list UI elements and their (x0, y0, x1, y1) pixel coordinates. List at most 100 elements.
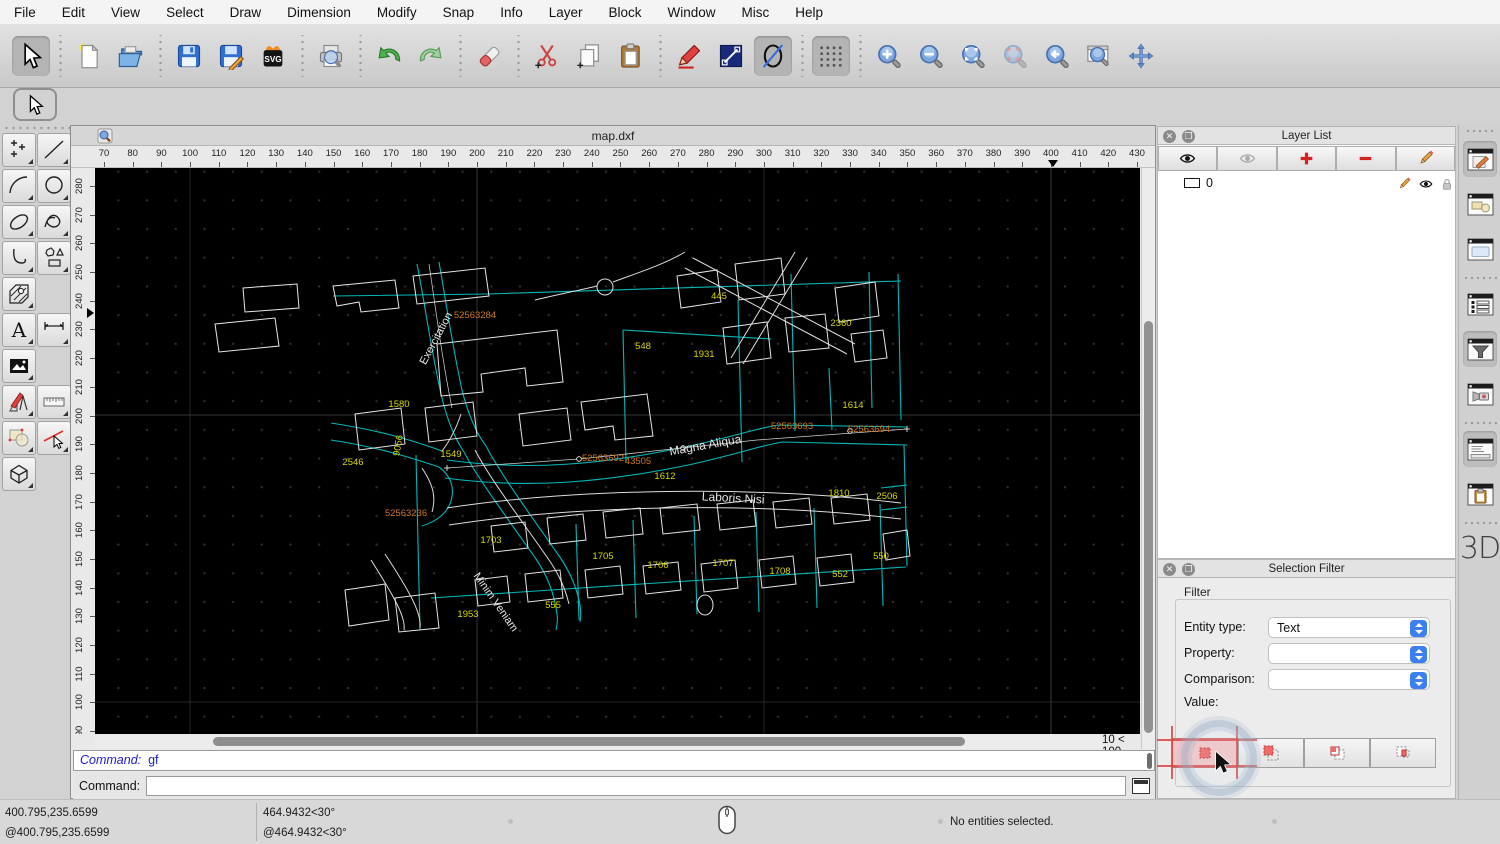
pan-button[interactable] (1122, 36, 1160, 76)
menu-misc[interactable]: Misc (742, 5, 770, 20)
block-list-toggle-button[interactable] (1463, 186, 1497, 222)
menu-window[interactable]: Window (668, 5, 716, 20)
hruler-label: 370 (952, 148, 978, 159)
menu-draw[interactable]: Draw (230, 5, 262, 20)
select-stepper-icon[interactable] (1410, 672, 1427, 689)
undo-button[interactable] (370, 36, 408, 76)
menu-block[interactable]: Block (609, 5, 642, 20)
layer-lock-icon[interactable] (1440, 177, 1454, 191)
menu-modify[interactable]: Modify (377, 5, 417, 20)
zoom-in-button[interactable] (870, 36, 908, 76)
select-stepper-icon[interactable] (1410, 646, 1427, 663)
print-preview-button[interactable] (312, 36, 350, 76)
selection-pointer-secondary-button[interactable] (13, 88, 57, 121)
menu-snap[interactable]: Snap (443, 5, 475, 20)
command-input[interactable] (146, 776, 1126, 796)
ellipse-tools-button[interactable] (2, 205, 36, 239)
property-editor-toggle-button[interactable] (1463, 141, 1497, 177)
history-scroll-thumb[interactable] (1147, 753, 1152, 769)
layer-visibility-icon[interactable] (1419, 177, 1433, 191)
spline-tools-button[interactable] (37, 205, 71, 239)
point-tools-button[interactable] (2, 133, 36, 167)
intersect-with-selection-button[interactable] (1370, 738, 1436, 768)
add-layer-button[interactable] (1277, 146, 1336, 171)
image-tools-button[interactable] (2, 349, 36, 383)
menu-edit[interactable]: Edit (62, 5, 85, 20)
redo-button[interactable] (412, 36, 450, 76)
hruler-label: 340 (866, 148, 892, 159)
remove-from-selection-button[interactable] (1304, 738, 1370, 768)
command-line-toggle-button[interactable] (1463, 431, 1497, 467)
arc-tools-icon (7, 174, 31, 198)
grid-toggle-button[interactable] (812, 36, 850, 76)
command-options-button[interactable] (1132, 778, 1150, 794)
layer-list-toggle-button[interactable] (1463, 286, 1497, 322)
zoom-to-selection-button[interactable] (996, 36, 1034, 76)
menu-info[interactable]: Info (500, 5, 523, 20)
clipboard-panel-toggle-button[interactable] (1463, 476, 1497, 512)
menu-layer[interactable]: Layer (549, 5, 583, 20)
filter-field-select[interactable]: Text (1268, 617, 1430, 638)
zoom-window-button[interactable] (1080, 36, 1118, 76)
solid-3d-tools-button[interactable] (2, 457, 36, 491)
copy-button[interactable] (570, 36, 608, 76)
new-document-button[interactable] (70, 36, 108, 76)
construction-mode-button[interactable] (754, 36, 792, 76)
trim-tools-button[interactable] (37, 421, 71, 455)
open-document-button[interactable] (112, 36, 150, 76)
edit-layer-icon[interactable] (1397, 177, 1411, 191)
filter-field-select[interactable] (1268, 669, 1430, 690)
save-as-button[interactable] (212, 36, 250, 76)
draw-mode-button[interactable] (670, 36, 708, 76)
delete-entities-button[interactable] (470, 36, 508, 76)
menu-help[interactable]: Help (795, 5, 823, 20)
zoom-window-icon (1085, 42, 1113, 70)
text-tools-button[interactable] (2, 313, 36, 347)
modify-tools-button[interactable] (2, 421, 36, 455)
vruler-label: 140 (74, 578, 86, 598)
horizontal-scroll-thumb[interactable] (213, 737, 965, 746)
previous-view-button[interactable] (1038, 36, 1076, 76)
canvas-horizontal-scrollbar[interactable] (95, 735, 1102, 749)
menu-select[interactable]: Select (166, 5, 204, 20)
dimension-tools-button[interactable] (37, 313, 71, 347)
cut-button[interactable] (528, 36, 566, 76)
survey-number-label: 52563284 (454, 310, 496, 321)
remove-layer-button[interactable] (1336, 146, 1395, 171)
edit-layer-button[interactable] (1396, 146, 1455, 171)
filter-field-select[interactable] (1268, 643, 1430, 664)
hruler-tick (965, 162, 966, 167)
menu-dimension[interactable]: Dimension (287, 5, 351, 20)
vertical-scroll-thumb[interactable] (1144, 321, 1153, 733)
arc-tools-button[interactable] (2, 169, 36, 203)
document-title: map.dxf (71, 129, 1155, 143)
line-tools-button[interactable] (37, 133, 71, 167)
drafting-tools-button[interactable] (2, 385, 36, 419)
polyline-tools-button[interactable] (2, 241, 36, 275)
library-browser-toggle-button[interactable] (1463, 376, 1497, 412)
hide-all-layers-button[interactable] (1217, 146, 1276, 171)
svg-export-button[interactable] (254, 36, 292, 76)
zoom-out-button[interactable] (912, 36, 950, 76)
menu-file[interactable]: File (14, 5, 36, 20)
auto-zoom-button[interactable] (954, 36, 992, 76)
circle-tools-button[interactable] (37, 169, 71, 203)
select-stepper-icon[interactable] (1410, 620, 1427, 637)
save-button[interactable] (170, 36, 208, 76)
menu-view[interactable]: View (111, 5, 140, 20)
document-titlebar[interactable]: map.dxf (71, 126, 1155, 146)
show-all-layers-button[interactable] (1158, 146, 1217, 171)
shape-tools-icon (42, 246, 66, 270)
layer-row[interactable]: 0 (1158, 174, 1455, 194)
drawing-canvas[interactable]: 4452360548193116141580254615491612181025… (95, 168, 1140, 734)
parcel-number-label: 2506 (876, 491, 897, 502)
selection-pointer-button[interactable] (12, 36, 50, 76)
selection-filter-toggle-button[interactable] (1463, 331, 1497, 367)
view-list-toggle-button[interactable] (1463, 231, 1497, 267)
paste-button[interactable] (612, 36, 650, 76)
canvas-vertical-scrollbar[interactable] (1141, 168, 1155, 749)
measure-tools-button[interactable] (37, 385, 71, 419)
shape-tools-button[interactable] (37, 241, 71, 275)
hatch-tools-button[interactable] (2, 277, 36, 311)
line-segment-mode-button[interactable] (712, 36, 750, 76)
